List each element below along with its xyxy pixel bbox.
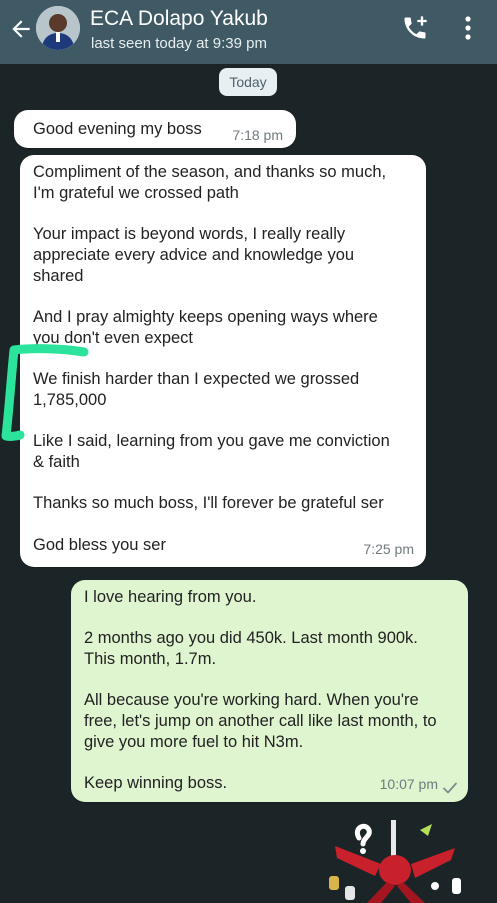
message-paragraph: God bless you ser <box>33 536 166 554</box>
message-text: Good evening my boss <box>33 120 202 138</box>
date-divider: Today <box>219 68 277 96</box>
message-paragraph: I love hearing from you. <box>84 588 257 606</box>
avatar[interactable] <box>36 6 80 50</box>
message-paragraph: Thanks so much boss, I'll forever be gra… <box>33 494 384 512</box>
superhero-sticker <box>329 820 461 903</box>
avatar-image <box>36 6 80 50</box>
message-bubble-outgoing[interactable]: I love hearing from you. 2 months ago yo… <box>71 580 468 802</box>
more-vert-icon[interactable] <box>458 14 478 42</box>
message-time: 7:18 pm <box>232 127 283 143</box>
chat-header: ECA Dolapo Yakub last seen today at 9:39… <box>0 0 497 64</box>
message-time: 10:07 pm <box>379 776 438 793</box>
back-arrow-icon[interactable] <box>8 16 34 42</box>
message-paragraph: Your impact is beyond words, I really re… <box>33 225 355 285</box>
message-bubble-incoming[interactable]: Good evening my boss 7:18 pm <box>14 110 296 148</box>
contact-name[interactable]: ECA Dolapo Yakub <box>90 7 268 31</box>
highlight-bracket-annotation <box>1 344 89 441</box>
last-seen-status: last seen today at 9:39 pm <box>91 35 267 52</box>
add-call-icon[interactable] <box>401 14 429 42</box>
message-paragraph: All because you're working hard. When yo… <box>84 691 437 751</box>
message-time: 7:25 pm <box>363 541 414 558</box>
single-check-icon <box>443 782 457 794</box>
message-paragraph: 2 months ago you did 450k. Last month 90… <box>84 629 418 668</box>
message-paragraph: Compliment of the season, and thanks so … <box>33 163 387 202</box>
